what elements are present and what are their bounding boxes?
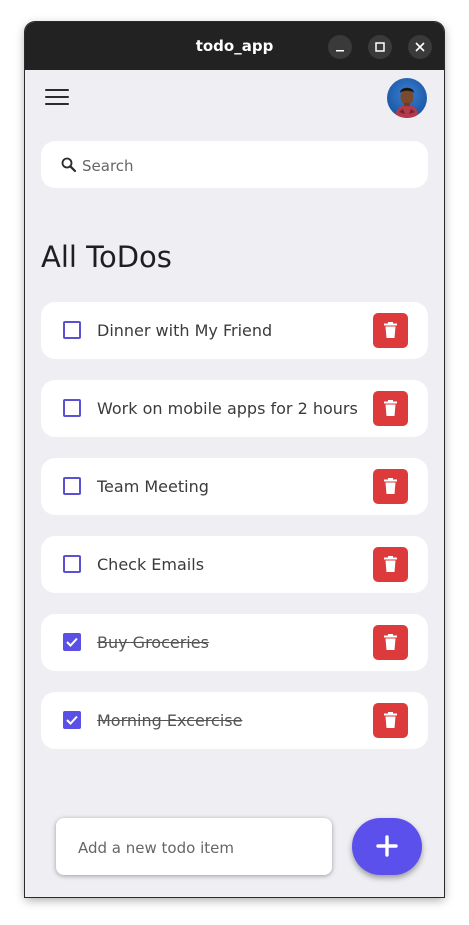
search-input[interactable] — [80, 141, 414, 190]
search-icon — [61, 157, 77, 173]
checkmark-icon — [66, 637, 78, 647]
avatar[interactable] — [387, 78, 427, 118]
add-todo-button[interactable] — [352, 818, 422, 875]
todo-checkbox[interactable] — [63, 633, 81, 651]
todo-item: Morning Excercise — [41, 692, 428, 749]
delete-button[interactable] — [373, 547, 408, 582]
delete-button[interactable] — [373, 313, 408, 348]
todo-label: Team Meeting — [97, 477, 209, 496]
add-todo-field[interactable] — [56, 818, 332, 877]
todo-item: Check Emails — [41, 536, 428, 593]
trash-icon — [384, 712, 397, 728]
maximize-icon — [375, 42, 385, 52]
close-icon — [415, 42, 425, 52]
todo-item: Buy Groceries — [41, 614, 428, 671]
trash-icon — [384, 556, 397, 572]
todo-checkbox[interactable] — [63, 399, 81, 417]
maximize-button[interactable] — [368, 35, 392, 59]
trash-icon — [384, 400, 397, 416]
profile-photo — [395, 87, 419, 118]
todo-checkbox[interactable] — [63, 321, 81, 339]
plus-icon — [376, 835, 398, 857]
todo-label: Work on mobile apps for 2 hours — [97, 399, 358, 418]
todo-checkbox[interactable] — [63, 711, 81, 729]
minimize-button[interactable] — [328, 35, 352, 59]
todo-label: Dinner with My Friend — [97, 321, 273, 340]
todo-label: Morning Excercise — [97, 711, 243, 730]
app-window: todo_app All ToDos Dinner with — [25, 22, 444, 897]
todo-item: Team Meeting — [41, 458, 428, 515]
close-button[interactable] — [408, 35, 432, 59]
menu-icon[interactable] — [45, 89, 69, 107]
page-title: All ToDos — [41, 240, 172, 274]
add-todo-input[interactable] — [76, 818, 320, 877]
todo-item: Dinner with My Friend — [41, 302, 428, 359]
todo-item: Work on mobile apps for 2 hours — [41, 380, 428, 437]
checkmark-icon — [66, 715, 78, 725]
delete-button[interactable] — [373, 625, 408, 660]
trash-icon — [384, 634, 397, 650]
todo-label: Check Emails — [97, 555, 205, 574]
todo-checkbox[interactable] — [63, 477, 81, 495]
delete-button[interactable] — [373, 391, 408, 426]
minimize-icon — [336, 50, 344, 52]
search-bar[interactable] — [41, 141, 428, 190]
trash-icon — [384, 478, 397, 494]
delete-button[interactable] — [373, 703, 408, 738]
todo-checkbox[interactable] — [63, 555, 81, 573]
title-bar: todo_app — [25, 22, 444, 70]
trash-icon — [384, 322, 397, 338]
todo-label: Buy Groceries — [97, 633, 209, 652]
delete-button[interactable] — [373, 469, 408, 504]
